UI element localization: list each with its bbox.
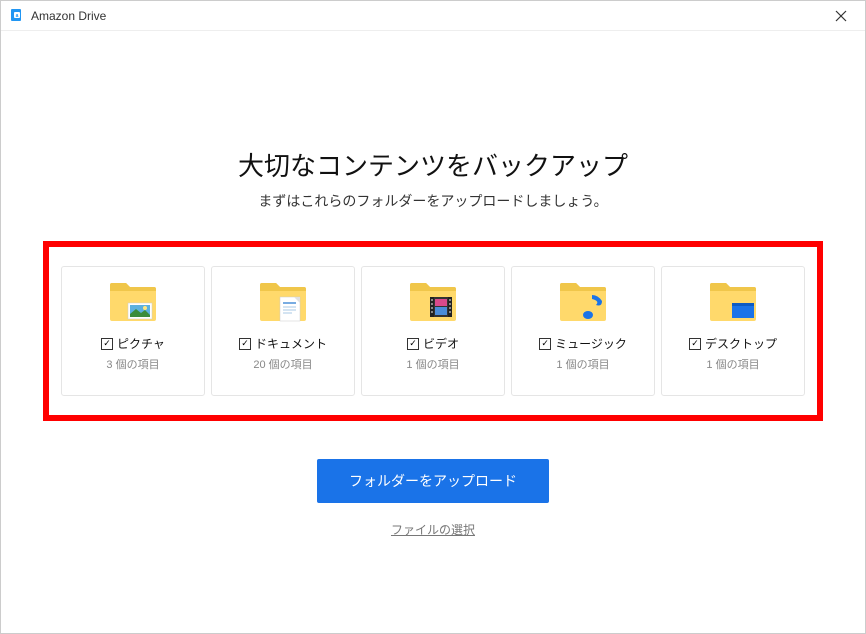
titlebar-left: a Amazon Drive [9, 8, 106, 24]
folder-cards: ✓ ピクチャ 3 個の項目 [61, 266, 805, 396]
page-heading: 大切なコンテンツをバックアップ [238, 146, 628, 183]
pictures-folder-icon [108, 281, 158, 323]
close-button[interactable] [829, 4, 853, 28]
app-window: a Amazon Drive 大切なコンテンツをバックアップ まずはこれらのフォ… [0, 0, 866, 634]
card-label: ビデオ [423, 335, 459, 352]
card-count: 3 個の項目 [106, 356, 159, 372]
checkbox-pictures[interactable]: ✓ [101, 338, 113, 350]
card-label: ピクチャ [117, 335, 165, 352]
app-title: Amazon Drive [31, 9, 106, 23]
checkbox-music[interactable]: ✓ [539, 338, 551, 350]
folder-card-documents[interactable]: ✓ ドキュメント 20 個の項目 [211, 266, 355, 396]
card-count: 1 個の項目 [706, 356, 759, 372]
checkbox-videos[interactable]: ✓ [407, 338, 419, 350]
folder-cards-highlight: ✓ ピクチャ 3 個の項目 [43, 241, 823, 421]
file-select-link[interactable]: ファイルの選択 [391, 521, 475, 538]
videos-folder-icon [408, 281, 458, 323]
card-count: 1 個の項目 [556, 356, 609, 372]
card-count: 20 個の項目 [253, 356, 312, 372]
page-subheading: まずはこれらのフォルダーをアップロードしましょう。 [258, 191, 607, 211]
svg-text:a: a [16, 13, 19, 19]
content-area: 大切なコンテンツをバックアップ まずはこれらのフォルダーをアップロードしましょう… [1, 31, 865, 633]
card-label-row: ✓ ドキュメント [239, 335, 327, 352]
titlebar: a Amazon Drive [1, 1, 865, 31]
card-label-row: ✓ ビデオ [407, 335, 459, 352]
documents-folder-icon [258, 281, 308, 323]
card-label-row: ✓ ミュージック [539, 335, 627, 352]
folder-card-desktop[interactable]: ✓ デスクトップ 1 個の項目 [661, 266, 805, 396]
card-label: ドキュメント [255, 335, 327, 352]
card-label-row: ✓ デスクトップ [689, 335, 777, 352]
checkbox-desktop[interactable]: ✓ [689, 338, 701, 350]
card-label-row: ✓ ピクチャ [101, 335, 165, 352]
folder-card-music[interactable]: ✓ ミュージック 1 個の項目 [511, 266, 655, 396]
desktop-folder-icon [708, 281, 758, 323]
card-count: 1 個の項目 [406, 356, 459, 372]
checkbox-documents[interactable]: ✓ [239, 338, 251, 350]
folder-card-videos[interactable]: ✓ ビデオ 1 個の項目 [361, 266, 505, 396]
folder-card-pictures[interactable]: ✓ ピクチャ 3 個の項目 [61, 266, 205, 396]
music-folder-icon [558, 281, 608, 323]
card-label: ミュージック [555, 335, 627, 352]
upload-folder-button[interactable]: フォルダーをアップロード [317, 459, 549, 503]
card-label: デスクトップ [705, 335, 777, 352]
app-icon: a [9, 8, 25, 24]
